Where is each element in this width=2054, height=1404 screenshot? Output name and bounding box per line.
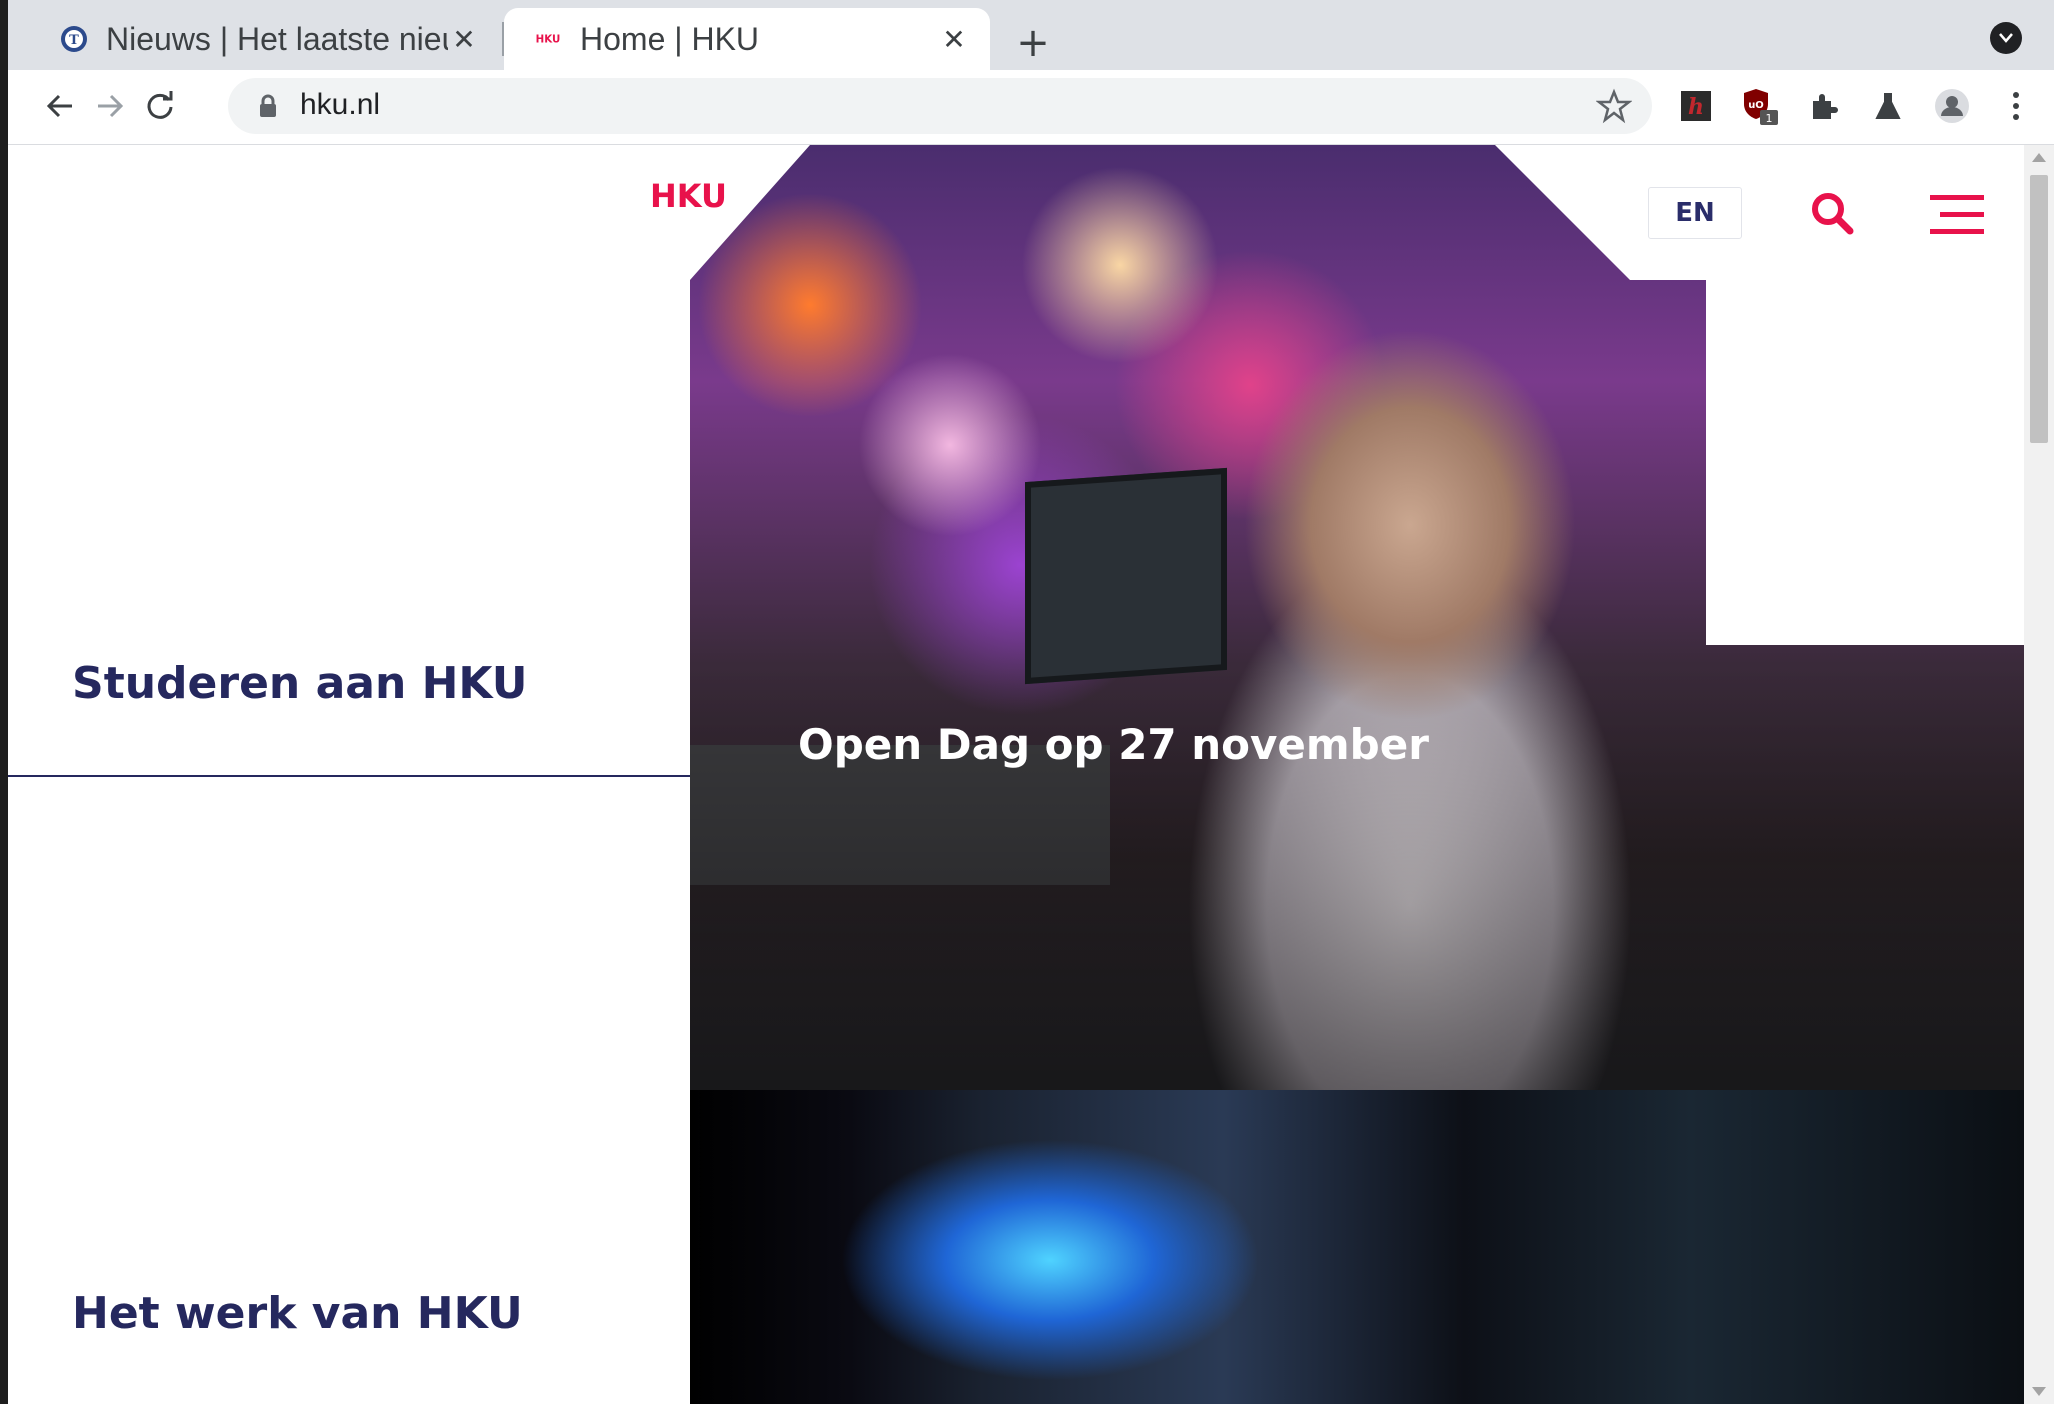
back-button[interactable] (34, 80, 86, 132)
close-icon[interactable]: ✕ (938, 23, 970, 56)
desktop-background-edge (0, 0, 8, 1404)
svg-text:1: 1 (1766, 112, 1773, 125)
svg-text:h: h (1688, 94, 1704, 120)
svg-text:HKU: HKU (536, 34, 561, 46)
browser-toolbar: hku.nl h uO 1 (8, 70, 2054, 145)
web-page: Open Dag op 27 november HKU EN Studeren … (8, 145, 2024, 1404)
lock-icon (260, 94, 276, 117)
reload-button[interactable] (134, 80, 186, 132)
hku-logo[interactable]: HKU (650, 177, 736, 215)
hku-logo-icon: HKU (650, 177, 727, 215)
scroll-down-arrow-icon[interactable] (2032, 1387, 2046, 1396)
language-switch-button[interactable]: EN (1648, 187, 1742, 239)
tab-strip: T Nieuws | Het laatste nieuws ✕ HKU Home… (8, 0, 2054, 70)
section-divider (8, 775, 690, 777)
scroll-up-arrow-icon[interactable] (2032, 153, 2046, 162)
labs-flask-icon[interactable] (1866, 84, 1910, 128)
profile-avatar-icon[interactable] (1930, 84, 1974, 128)
tab-hku[interactable]: HKU Home | HKU ✕ (504, 8, 990, 70)
url-text[interactable]: hku.nl (300, 88, 380, 122)
scroll-thumb[interactable] (2030, 175, 2048, 443)
page-scrollbar[interactable] (2024, 145, 2054, 1404)
forward-button[interactable] (84, 80, 136, 132)
tab-title: Home | HKU (580, 20, 760, 57)
forward-arrow-icon (98, 94, 124, 118)
second-feature-image[interactable] (690, 1090, 2024, 1404)
tab-title: Nieuws | Het laatste nieuws (106, 20, 448, 57)
werk-heading[interactable]: Het werk van HKU (72, 1288, 523, 1339)
studeren-heading[interactable]: Studeren aan HKU (72, 658, 527, 709)
white-panel (1706, 280, 2024, 645)
site-menu-button[interactable] (1930, 195, 1984, 235)
hypothesis-extension-icon[interactable]: h (1674, 84, 1718, 128)
new-tab-button[interactable]: + (1008, 18, 1058, 68)
bookmark-star-icon[interactable] (1596, 88, 1632, 124)
telegraaf-icon: T (60, 25, 88, 53)
close-icon[interactable]: ✕ (448, 23, 480, 56)
tab-nieuws[interactable]: T Nieuws | Het laatste nieuws ✕ (30, 8, 500, 70)
back-arrow-icon (46, 94, 72, 118)
ublock-extension-icon[interactable]: uO 1 (1738, 84, 1782, 128)
tab-search-icon[interactable] (1990, 22, 2022, 54)
extensions-puzzle-icon[interactable] (1802, 84, 1846, 128)
search-icon (1812, 193, 1854, 235)
browser-menu-icon[interactable] (1994, 84, 2038, 128)
svg-text:T: T (69, 33, 79, 48)
site-search-button[interactable] (1808, 189, 1856, 237)
address-bar[interactable]: hku.nl (228, 78, 1652, 134)
svg-text:uO: uO (1748, 100, 1764, 111)
hamburger-menu-icon (1930, 195, 1984, 234)
browser-window: T Nieuws | Het laatste nieuws ✕ HKU Home… (8, 0, 2054, 1404)
hku-logo-text: HKU (650, 181, 727, 211)
hku-icon: HKU (534, 25, 562, 53)
hero-caption[interactable]: Open Dag op 27 november (798, 720, 1429, 769)
reload-icon (147, 91, 173, 119)
